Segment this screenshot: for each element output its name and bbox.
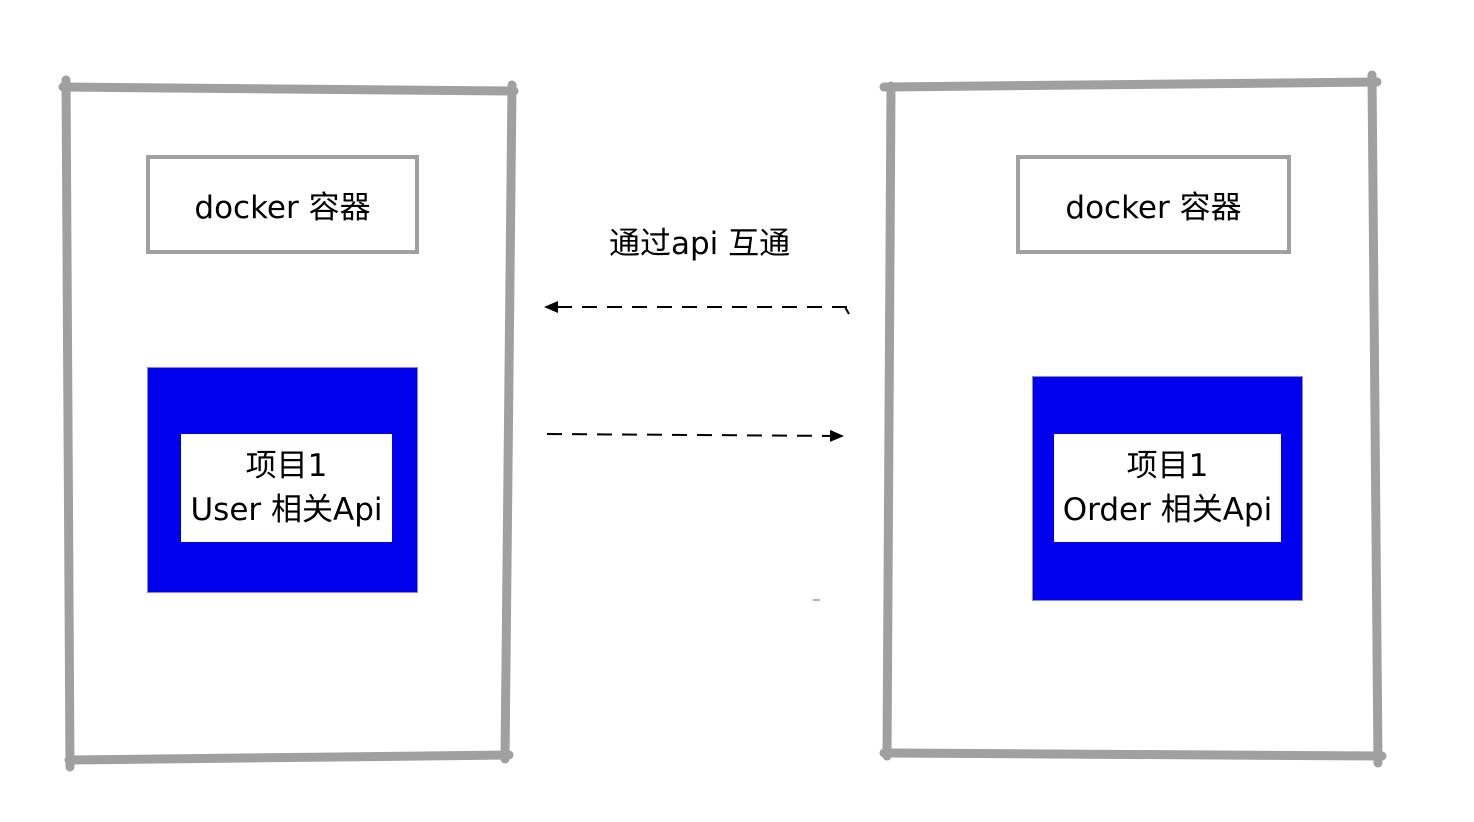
left-project-label: 项目1 User 相关Api <box>181 434 392 542</box>
right-docker-container-label: docker 容器 <box>1016 155 1291 254</box>
left-project-name: 项目1 <box>245 448 328 484</box>
right-project-label: 项目1 Order 相关Api <box>1054 434 1281 542</box>
dashed-arrow-to-right <box>546 429 844 442</box>
right-project-name: 项目1 <box>1126 448 1209 484</box>
arrow-tail-tick <box>844 306 850 315</box>
left-project-api: User 相关Api <box>190 492 383 528</box>
left-docker-container-label: docker 容器 <box>146 155 419 254</box>
right-project-api: Order 相关Api <box>1062 492 1273 528</box>
connection-label: 通过api 互通 <box>609 226 791 262</box>
